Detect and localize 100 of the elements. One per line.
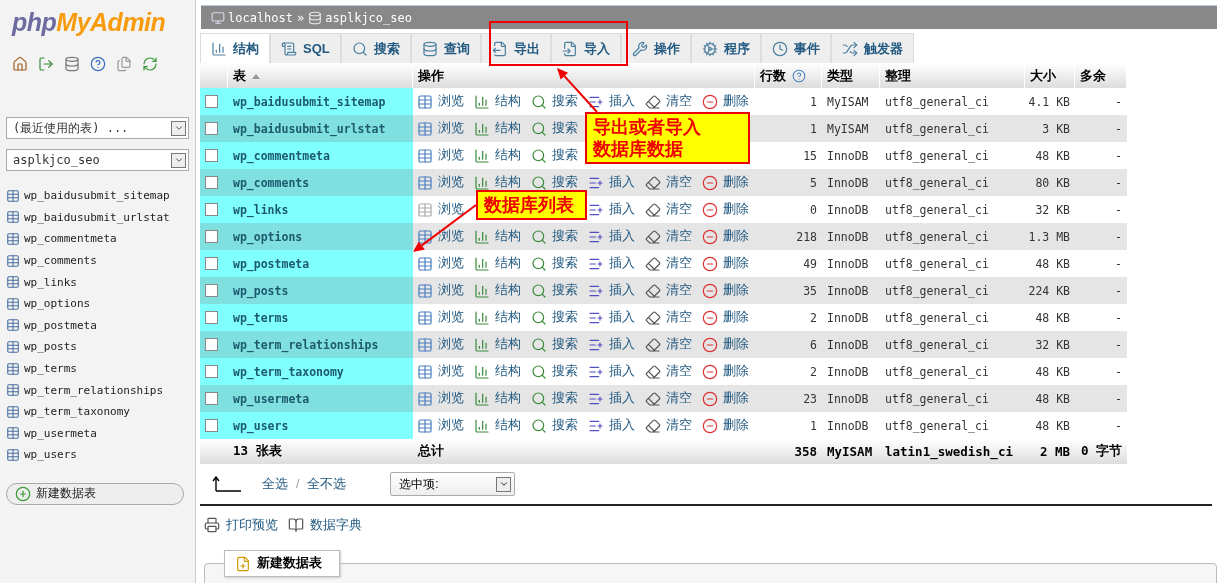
action-link[interactable]: 搜索 bbox=[527, 255, 578, 272]
table-name-link[interactable]: wp_commentmeta bbox=[228, 142, 413, 169]
table-name-link[interactable]: wp_term_taxonomy bbox=[228, 358, 413, 385]
action-link[interactable]: 浏览 bbox=[413, 174, 464, 191]
table-name-link[interactable]: wp_terms bbox=[228, 304, 413, 331]
tab[interactable]: 事件 bbox=[760, 33, 831, 63]
action-link[interactable]: 插入 bbox=[584, 201, 635, 218]
database-select[interactable]: asplkjco_seo bbox=[6, 149, 189, 171]
tab[interactable]: SQL bbox=[270, 33, 341, 63]
action-link[interactable]: 插入 bbox=[584, 93, 635, 110]
action-link[interactable]: 清空 bbox=[641, 201, 692, 218]
action-link[interactable]: 清空 bbox=[641, 390, 692, 407]
action-link[interactable]: 清空 bbox=[641, 282, 692, 299]
action-link[interactable]: 浏览 bbox=[413, 363, 464, 380]
action-link[interactable]: 结构 bbox=[470, 147, 521, 164]
action-link[interactable]: 浏览 bbox=[413, 336, 464, 353]
action-link[interactable]: 清空 bbox=[641, 309, 692, 326]
action-link[interactable]: 浏览 bbox=[413, 255, 464, 272]
action-link[interactable]: 结构 bbox=[470, 390, 521, 407]
action-link[interactable]: 删除 bbox=[698, 336, 749, 353]
row-checkbox[interactable] bbox=[205, 230, 218, 243]
row-checkbox[interactable] bbox=[205, 122, 218, 135]
action-link[interactable]: 搜索 bbox=[527, 417, 578, 434]
row-checkbox[interactable] bbox=[205, 176, 218, 189]
sidebar-table-link[interactable]: wp_comments bbox=[24, 254, 97, 268]
column-header[interactable]: 表 bbox=[228, 63, 413, 88]
tab[interactable]: 搜索 bbox=[340, 33, 411, 63]
column-header[interactable]: 大小 bbox=[1025, 63, 1075, 88]
tab[interactable]: 导入 bbox=[550, 33, 621, 63]
table-name-link[interactable]: wp_users bbox=[228, 412, 413, 439]
action-link[interactable]: 删除 bbox=[698, 282, 749, 299]
action-link[interactable]: 清空 bbox=[641, 417, 692, 434]
action-link[interactable]: 结构 bbox=[470, 282, 521, 299]
sidebar-table-link[interactable]: wp_links bbox=[24, 275, 77, 289]
row-checkbox[interactable] bbox=[205, 338, 218, 351]
action-link[interactable]: 搜索 bbox=[527, 120, 578, 137]
action-link[interactable]: 清空 bbox=[641, 336, 692, 353]
action-link[interactable]: 结构 bbox=[470, 255, 521, 272]
action-link[interactable]: 插入 bbox=[584, 336, 635, 353]
action-link[interactable]: 结构 bbox=[470, 363, 521, 380]
column-header[interactable]: 行数 bbox=[755, 63, 822, 88]
action-link[interactable]: 结构 bbox=[470, 120, 521, 137]
action-link[interactable]: 删除 bbox=[698, 309, 749, 326]
table-name-link[interactable]: wp_postmeta bbox=[228, 250, 413, 277]
row-checkbox[interactable] bbox=[205, 257, 218, 270]
table-name-link[interactable]: wp_comments bbox=[228, 169, 413, 196]
tab[interactable]: 查询 bbox=[410, 33, 481, 63]
sidebar-table-link[interactable]: wp_postmeta bbox=[24, 318, 97, 332]
action-link[interactable]: 插入 bbox=[584, 309, 635, 326]
action-link[interactable]: 插入 bbox=[584, 390, 635, 407]
action-link[interactable]: 清空 bbox=[641, 228, 692, 245]
server-link[interactable]: localhost bbox=[211, 10, 294, 25]
row-checkbox[interactable] bbox=[205, 149, 218, 162]
recent-tables-select[interactable]: (最近使用的表) ... bbox=[6, 117, 189, 139]
action-link[interactable]: 删除 bbox=[698, 363, 749, 380]
action-link[interactable]: 删除 bbox=[698, 228, 749, 245]
action-link[interactable]: 插入 bbox=[584, 255, 635, 272]
action-link[interactable]: 浏览 bbox=[413, 93, 464, 110]
action-link[interactable]: 删除 bbox=[698, 255, 749, 272]
sidebar-table-link[interactable]: wp_commentmeta bbox=[24, 232, 117, 246]
table-name-link[interactable]: wp_term_relationships bbox=[228, 331, 413, 358]
action-link[interactable]: 清空 bbox=[641, 363, 692, 380]
action-link[interactable]: 结构 bbox=[470, 336, 521, 353]
table-name-link[interactable]: wp_posts bbox=[228, 277, 413, 304]
sidebar-table-link[interactable]: wp_posts bbox=[24, 340, 77, 354]
sidebar-table-link[interactable]: wp_term_relationships bbox=[24, 383, 164, 397]
uncheck-all-link[interactable]: 全不选 bbox=[307, 475, 347, 493]
action-link[interactable]: 清空 bbox=[641, 255, 692, 272]
action-link[interactable]: 删除 bbox=[698, 93, 749, 110]
table-name-link[interactable]: wp_options bbox=[228, 223, 413, 250]
action-link[interactable]: 浏览 bbox=[413, 147, 464, 164]
table-name-link[interactable]: wp_baidusubmit_sitemap bbox=[228, 88, 413, 115]
tab[interactable]: 程序 bbox=[690, 33, 761, 63]
tab[interactable]: 操作 bbox=[620, 33, 691, 63]
data-dictionary-link[interactable]: 数据字典 bbox=[310, 516, 362, 534]
column-header[interactable]: 整理 bbox=[880, 63, 1025, 88]
action-link[interactable]: 搜索 bbox=[527, 174, 578, 191]
sidebar-table-link[interactable]: wp_terms bbox=[24, 362, 77, 376]
action-link[interactable]: 删除 bbox=[698, 390, 749, 407]
tab[interactable]: 触发器 bbox=[830, 33, 914, 63]
action-link[interactable]: 插入 bbox=[584, 228, 635, 245]
database-link[interactable]: asplkjco_seo bbox=[308, 10, 412, 25]
check-all-link[interactable]: 全选 bbox=[262, 475, 288, 493]
action-link[interactable]: 搜索 bbox=[527, 147, 578, 164]
sidebar-table-link[interactable]: wp_options bbox=[24, 297, 91, 311]
action-link[interactable]: 结构 bbox=[470, 93, 521, 110]
column-header[interactable]: 类型 bbox=[822, 63, 880, 88]
table-name-link[interactable]: wp_usermeta bbox=[228, 385, 413, 412]
action-link[interactable]: 浏览 bbox=[413, 309, 464, 326]
with-selected-select[interactable]: 选中项: bbox=[390, 472, 516, 496]
table-name-link[interactable]: wp_baidusubmit_urlstat bbox=[228, 115, 413, 142]
action-link[interactable]: 搜索 bbox=[527, 282, 578, 299]
action-link[interactable]: 浏览 bbox=[413, 228, 464, 245]
row-checkbox[interactable] bbox=[205, 311, 218, 324]
row-checkbox[interactable] bbox=[205, 419, 218, 432]
row-checkbox[interactable] bbox=[205, 365, 218, 378]
new-table-button[interactable]: 新建数据表 bbox=[6, 482, 184, 505]
action-link[interactable]: 结构 bbox=[470, 417, 521, 434]
sidebar-table-link[interactable]: wp_users bbox=[24, 448, 77, 462]
action-link[interactable]: 插入 bbox=[584, 174, 635, 191]
